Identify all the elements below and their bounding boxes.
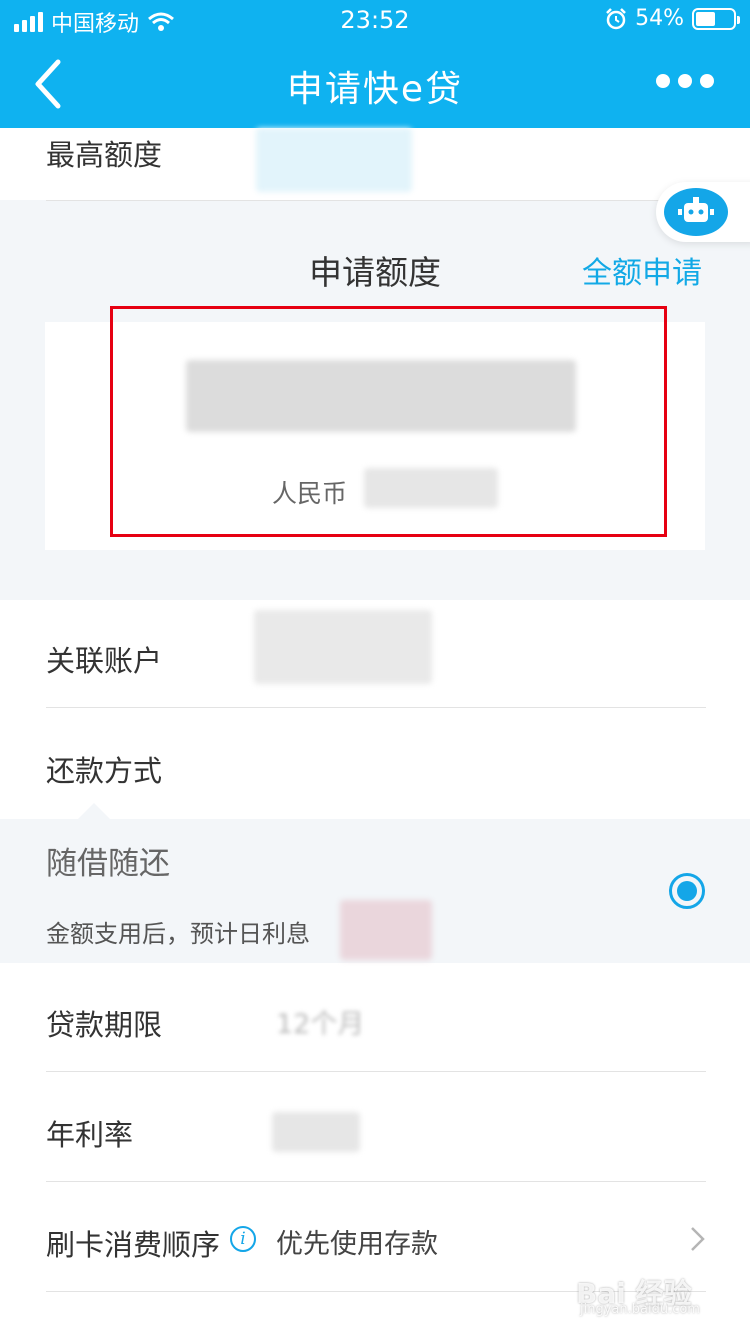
linked-account-value-blurred[interactable] [254,610,432,684]
robot-assistant-button[interactable] [656,182,750,242]
more-menu-icon[interactable] [656,74,714,88]
battery-icon [692,7,740,30]
repay-method-label: 还款方式 [46,754,163,788]
robot-icon [678,197,714,222]
full-apply-link[interactable]: 全额申请 [582,248,702,292]
section-pointer [78,803,110,819]
battery-percent: 54% [635,6,684,31]
max-quota-value-blurred [256,128,412,192]
daily-interest-blurred [340,900,432,960]
status-bar: 中国移动 23:52 54% [0,0,750,40]
watermark-url: jingyan.baidu.com [580,1302,700,1317]
info-icon[interactable]: i [230,1226,256,1252]
baidu-jingyan-watermark: Bai 经验 jingyan.baidu.com [576,1272,716,1322]
repay-option-radio[interactable] [669,873,705,909]
repay-option-label: 随借随还 [46,846,170,882]
loan-term-label: 贷款期限 [46,1008,163,1042]
linked-account-label: 关联账户 [46,644,163,678]
repay-option-desc: 金额支用后，预计日利息 [46,920,310,948]
loan-term-value[interactable]: 12个月 [276,1002,364,1041]
app-header: 中国移动 23:52 54% 申请快e贷 [0,0,750,128]
card-order-value[interactable]: 优先使用存款 [276,1222,438,1261]
max-quota-label: 最高额度 [46,138,163,172]
chevron-right-icon[interactable] [686,1224,708,1254]
card-order-label: 刷卡消费顺序 [46,1228,221,1262]
nav-bar: 申请快e贷 [0,40,750,128]
annual-rate-value-blurred [272,1112,360,1152]
page-title: 申请快e贷 [286,69,464,110]
alarm-icon [606,7,626,29]
annual-rate-label: 年利率 [46,1118,134,1152]
highlight-box [110,306,667,537]
